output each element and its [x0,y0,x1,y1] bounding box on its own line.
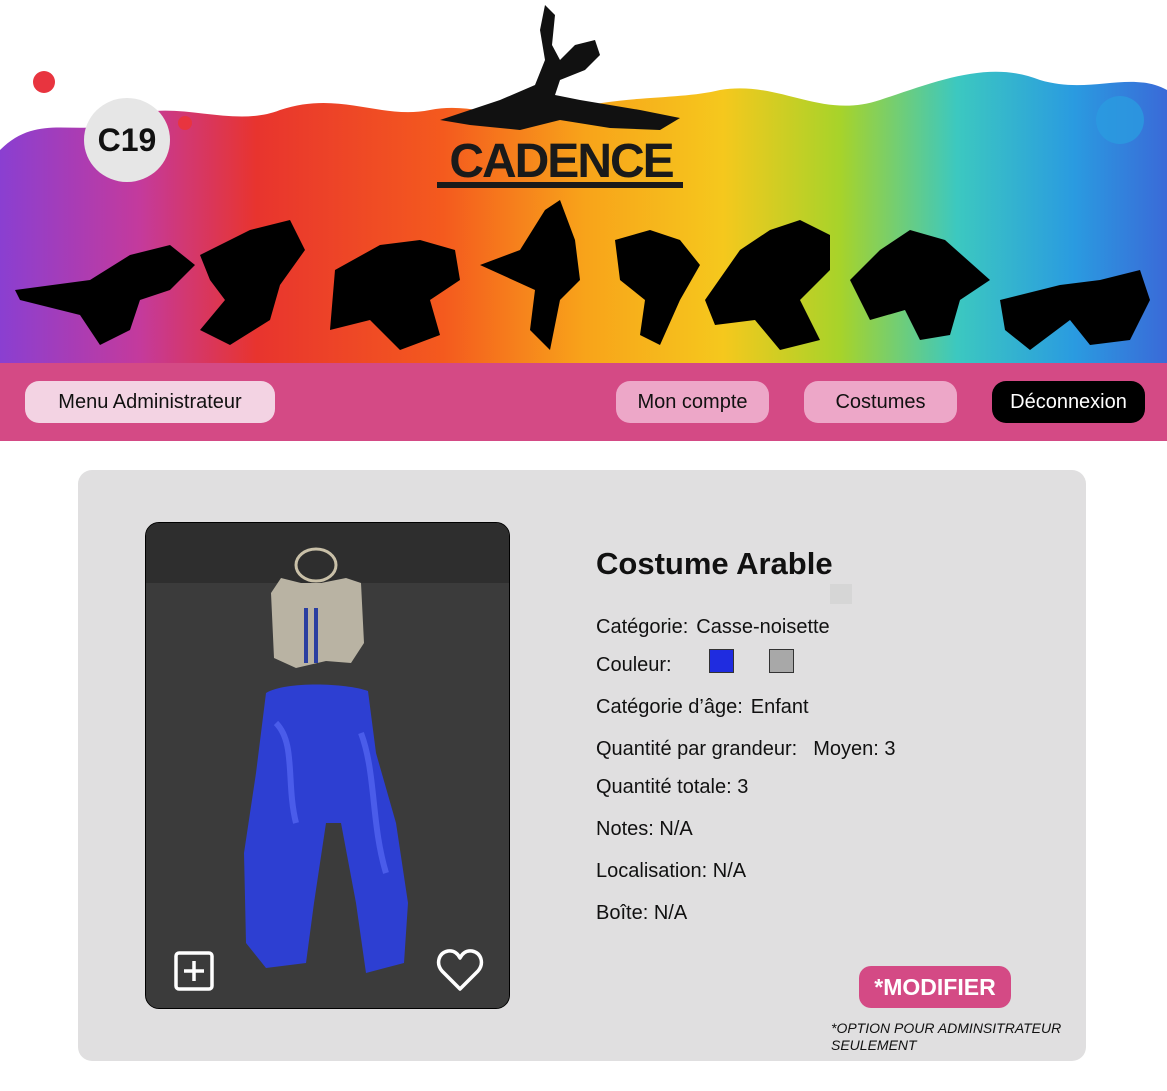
age-row: Catégorie d’âge: Enfant [596,696,809,719]
costume-card: Costume Arable Catégorie: Casse-noisette … [78,470,1086,1061]
location-label: Localisation: [596,860,708,882]
notes-value: N/A [659,818,693,840]
logo-underline [437,182,683,188]
category-row: Catégorie: Casse-noisette [596,616,830,639]
total-quantity-value: 3 [737,776,749,798]
size-quantity-label: Quantité par grandeur: [596,738,798,760]
logout-button[interactable]: Déconnexion [992,381,1145,423]
color-label: Couleur: [596,654,672,676]
avatar[interactable]: C19 [84,98,170,182]
costume-image [146,523,509,1008]
category-value: Casse-noisette [696,616,830,638]
heart-icon[interactable] [436,947,484,993]
notes-label: Notes: [596,818,654,840]
modify-button[interactable]: *MODIFIER [859,966,1011,1008]
box-label: Boîte: [596,902,649,924]
color-row: Couleur: [596,654,672,677]
location-value: N/A [712,860,747,882]
total-quantity-row: Quantité totale: 3 [596,776,748,799]
placeholder-square [830,584,852,604]
box-row: Boîte: N/A [596,902,687,925]
costumes-button[interactable]: Costumes [804,381,957,423]
costume-photo [145,522,510,1009]
total-quantity-label: Quantité totale: [596,776,732,798]
costume-title: Costume Arable [596,546,833,581]
box-value: N/A [653,902,688,924]
category-label: Catégorie: [596,616,689,638]
size-quantity-value: Moyen: 3 [813,738,896,760]
location-row: Localisation: N/A [596,860,746,883]
notes-row: Notes: N/A [596,818,693,841]
header-banner: C19 CADENCE [0,0,1167,363]
admin-menu-button[interactable]: Menu Administrateur [25,381,275,423]
age-value: Enfant [750,696,809,718]
age-label: Catégorie d’âge: [596,696,743,718]
my-account-button[interactable]: Mon compte [616,381,769,423]
nav-bar: Menu Administrateur Mon compte Costumes … [0,363,1167,441]
add-icon[interactable] [174,951,214,991]
color-swatch-blue [709,649,734,673]
admin-only-note: *OPTION POUR ADMINSITRATEUR SEULEMENT [831,1020,1062,1053]
logo-text: CADENCE [449,135,674,188]
size-quantity-row: Quantité par grandeur: Moyen: 3 [596,738,896,761]
color-swatch-gray [769,649,794,673]
